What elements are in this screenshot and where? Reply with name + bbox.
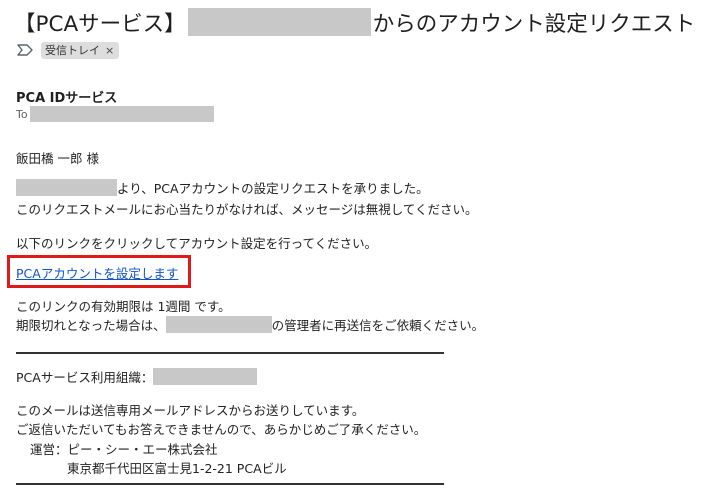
remove-label-icon[interactable]: ×: [105, 44, 114, 57]
org-label: PCAサービス利用組織：: [16, 369, 154, 385]
subject-suffix: からのアカウント設定リクエスト: [372, 11, 696, 37]
label-arrow-icon[interactable]: [17, 44, 33, 56]
recipient-row: To: [16, 105, 214, 123]
inbox-label-chip[interactable]: 受信トレイ ×: [41, 41, 120, 59]
expired-line: 期限切れとなった場合は、 の管理者に再送信をご依頼ください。: [16, 315, 484, 333]
footer-line-2: ご返信いただいてもお答えできませんので、あらかじめご了承ください。: [16, 421, 427, 437]
to-label: To: [16, 107, 28, 121]
expired-suffix: の管理者に再送信をご依頼ください。: [271, 317, 485, 333]
footer-line-1: このメールは送信専用メールアドレスからお送りしています。: [16, 402, 365, 418]
expired-prefix: 期限切れとなった場合は、: [16, 317, 166, 333]
address-line: 東京都千代田区富士見1-2-21 PCAビル: [67, 460, 287, 476]
body-line-2: このリクエストメールにお心当たりがなければ、メッセージは無視してください。: [16, 201, 478, 217]
org-line: PCAサービス利用組織：: [16, 367, 258, 385]
email-subject: 【PCAサービス】 からのアカウント設定リクエスト: [14, 6, 709, 38]
redacted-org: [153, 367, 258, 385]
divider-bottom: [16, 483, 444, 485]
divider-top: [16, 352, 444, 354]
redacted-recipient: [29, 106, 214, 122]
greeting: 飯田橋 一郎 様: [16, 150, 99, 166]
body-line-3: 以下のリンクをクリックしてアカウント設定を行ってください。: [16, 235, 378, 251]
operator-line: 運営：ピー・シー・エー株式会社: [30, 441, 218, 457]
validity-line: このリンクの有効期限は 1週間 です。: [16, 298, 231, 314]
subject-prefix: 【PCAサービス】: [14, 11, 186, 37]
body-line-1: より、PCAアカウントの設定リクエストを承りました。: [16, 178, 429, 196]
account-setup-link[interactable]: PCAアカウントを設定します: [16, 263, 178, 282]
redacted-org-name: [16, 178, 117, 196]
inbox-label-text: 受信トレイ: [45, 44, 100, 57]
sender-name: PCA IDサービス: [16, 91, 118, 106]
redacted-sender-org: [187, 8, 371, 36]
label-row: 受信トレイ ×: [17, 41, 120, 59]
redacted-admin-org: [165, 315, 272, 333]
body-line-1-text: より、PCAアカウントの設定リクエストを承りました。: [117, 180, 429, 196]
